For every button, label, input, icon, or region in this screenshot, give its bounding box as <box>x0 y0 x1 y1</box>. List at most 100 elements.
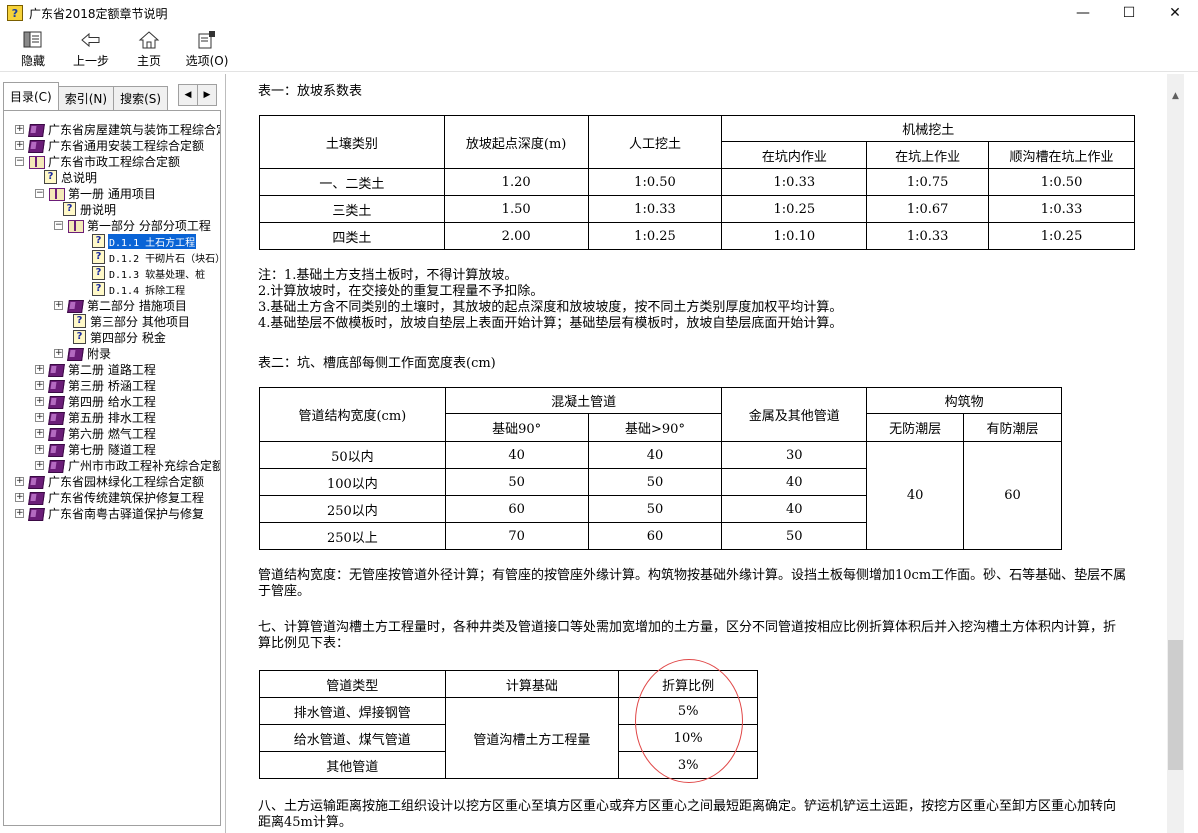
expand-plus-icon[interactable]: + <box>15 124 24 134</box>
close-button[interactable]: ✕ <box>1152 0 1198 26</box>
tree-item[interactable]: ? 第四部分 税金 <box>4 329 220 345</box>
table-header: 顺沟槽在坑上作业 <box>988 141 1135 169</box>
tree-item[interactable]: + 第六册 燃气工程 <box>4 425 220 441</box>
tree-item[interactable]: ? D.1.4 拆除工程 <box>4 281 220 297</box>
table-header: 在坑内作业 <box>721 141 868 169</box>
tree-item[interactable]: + 广东省通用安装工程综合定额 <box>4 137 220 153</box>
table-cell: 1:0.50 <box>988 168 1135 196</box>
tree-item[interactable]: ? 第三部分 其他项目 <box>4 313 220 329</box>
back-button[interactable]: 上一步 <box>62 26 120 72</box>
tree-item[interactable]: + 第三册 桥涵工程 <box>4 377 220 393</box>
tree-item[interactable]: + 附录 <box>4 345 220 361</box>
table-header: 人工挖土 <box>587 115 723 169</box>
table-header: 管道结构宽度(cm) <box>259 387 446 442</box>
table-cell: 1:0.33 <box>866 222 990 250</box>
expand-plus-icon[interactable]: + <box>35 412 44 422</box>
tree-item[interactable]: ? 册说明 <box>4 201 220 217</box>
table-row: 一、二类土 1.20 1:0.50 1:0.33 1:0.75 1:0.50 <box>259 168 1135 196</box>
hide-button[interactable]: 隐藏 <box>4 26 62 72</box>
toolbar: 隐藏 上一步 主页 选项(O) <box>0 26 1198 72</box>
table-cell: 50以内 <box>259 441 446 469</box>
table-cell: 30 <box>721 441 868 469</box>
expand-plus-icon[interactable]: + <box>15 476 24 486</box>
expand-plus-icon[interactable]: + <box>54 348 63 358</box>
help-topic-icon: ? <box>92 234 105 248</box>
closed-book-icon <box>48 411 64 424</box>
table-header: 机械挖土 <box>721 115 1135 142</box>
table-row: 50以内 40 40 30 40 60 <box>259 441 1062 550</box>
tree-item[interactable]: − 第一册 通用项目 <box>4 185 220 201</box>
scroll-up-icon[interactable]: ▲ <box>1167 87 1184 104</box>
expand-plus-icon[interactable]: + <box>35 380 44 390</box>
collapse-minus-icon[interactable]: − <box>15 156 24 166</box>
collapse-minus-icon[interactable]: − <box>35 188 44 198</box>
home-button[interactable]: 主页 <box>120 26 178 72</box>
home-icon <box>137 30 161 50</box>
table-cell: 60 <box>963 441 1062 550</box>
tree-item[interactable]: + 广东省南粤古驿道保护与修复 <box>4 505 220 521</box>
table-header: 混凝土管道 <box>444 387 723 414</box>
closed-book-icon <box>28 475 44 488</box>
tree-item[interactable]: + 第七册 隧道工程 <box>4 441 220 457</box>
tree-item[interactable]: − 广东省市政工程综合定额 <box>4 153 220 169</box>
expand-plus-icon[interactable]: + <box>54 300 63 310</box>
table-cell: 1:0.33 <box>988 195 1135 223</box>
tree-item[interactable]: + 第二部分 措施项目 <box>4 297 220 313</box>
expand-plus-icon[interactable]: + <box>15 508 24 518</box>
tree-item[interactable]: + 广州市市政工程补充综合定额 <box>4 457 220 473</box>
expand-plus-icon[interactable]: + <box>35 444 44 454</box>
tree-item[interactable]: + 第五册 排水工程 <box>4 409 220 425</box>
tab-contents[interactable]: 目录(C) <box>3 82 59 110</box>
table-cell: 三类土 <box>259 195 445 223</box>
table-row: 四类土 2.00 1:0.25 1:0.10 1:0.33 1:0.25 <box>259 222 1135 250</box>
note-line: 4.基础垫层不做模板时，放坡自垫层上表面开始计算；基础垫层有模板时，放坡自垫层底… <box>258 316 843 331</box>
table-cell: 1:0.75 <box>866 168 990 196</box>
closed-book-icon <box>48 363 64 376</box>
table-cell: 1:0.33 <box>587 195 723 223</box>
table-header: 基础90° <box>444 413 589 442</box>
tab-index[interactable]: 索引(N) <box>57 86 115 110</box>
tab-scroll-left-icon[interactable]: ◀ <box>178 84 198 106</box>
minimize-button[interactable]: — <box>1060 0 1106 26</box>
tree-item[interactable]: + 广东省园林绿化工程综合定额 <box>4 473 220 489</box>
expand-plus-icon[interactable]: + <box>35 428 44 438</box>
tab-scroll-right-icon[interactable]: ▶ <box>197 84 217 106</box>
table-cell: 给水管道、煤气管道 <box>259 724 446 752</box>
tree-item[interactable]: + 广东省房屋建筑与装饰工程综合定额 <box>4 121 220 137</box>
tab-search[interactable]: 搜索(S) <box>113 86 169 110</box>
table1-caption: 表一：放坡系数表 <box>258 84 363 99</box>
content-vertical-scrollbar[interactable]: ▲ <box>1167 74 1184 833</box>
back-arrow-icon <box>79 30 103 50</box>
tree-item[interactable]: + 第二册 道路工程 <box>4 361 220 377</box>
expand-plus-icon[interactable]: + <box>15 140 24 150</box>
expand-plus-icon[interactable]: + <box>35 364 44 374</box>
tree-item[interactable]: + 广东省传统建筑保护修复工程 <box>4 489 220 505</box>
expand-plus-icon[interactable]: + <box>35 460 44 470</box>
table2-caption: 表二：坑、槽底部每侧工作面宽度表(cm) <box>258 356 496 371</box>
table-cell: 40 <box>721 468 868 496</box>
help-topic-icon: ? <box>92 282 105 296</box>
tree-item[interactable]: ? 总说明 <box>4 169 220 185</box>
maximize-button[interactable]: ☐ <box>1106 0 1152 26</box>
table-cell: 70 <box>444 522 589 550</box>
table-header: 在坑上作业 <box>866 141 990 169</box>
tree-item-selected[interactable]: ? D.1.1 土石方工程 <box>4 233 220 249</box>
tree-item[interactable]: − 第一部分 分部分项工程 <box>4 217 220 233</box>
tab-scroll-arrows: ◀ ▶ <box>178 84 217 106</box>
tree-item[interactable]: + 第四册 给水工程 <box>4 393 220 409</box>
expand-plus-icon[interactable]: + <box>15 492 24 502</box>
back-label: 上一步 <box>72 54 109 68</box>
table-cell: 40 <box>444 441 589 469</box>
collapse-minus-icon[interactable]: − <box>54 220 63 230</box>
table-cell: 50 <box>587 468 723 496</box>
help-topic-icon: ? <box>73 330 86 344</box>
tree-item[interactable]: ? D.1.3 软基处理、桩 <box>4 265 220 281</box>
table-header: 基础>90° <box>587 413 723 442</box>
topic-content: 表一：放坡系数表 土壤类别 放坡起点深度(m) 人工挖土 机械挖土 在坑内作业 … <box>229 74 1167 833</box>
tree-item[interactable]: ? D.1.2 干砌片石（块石） <box>4 249 220 265</box>
options-button[interactable]: 选项(O) <box>178 26 236 72</box>
expand-plus-icon[interactable]: + <box>35 396 44 406</box>
scrollbar-thumb[interactable] <box>1168 640 1183 770</box>
table-header: 金属及其他管道 <box>721 387 868 442</box>
table-header: 无防潮层 <box>866 413 965 442</box>
